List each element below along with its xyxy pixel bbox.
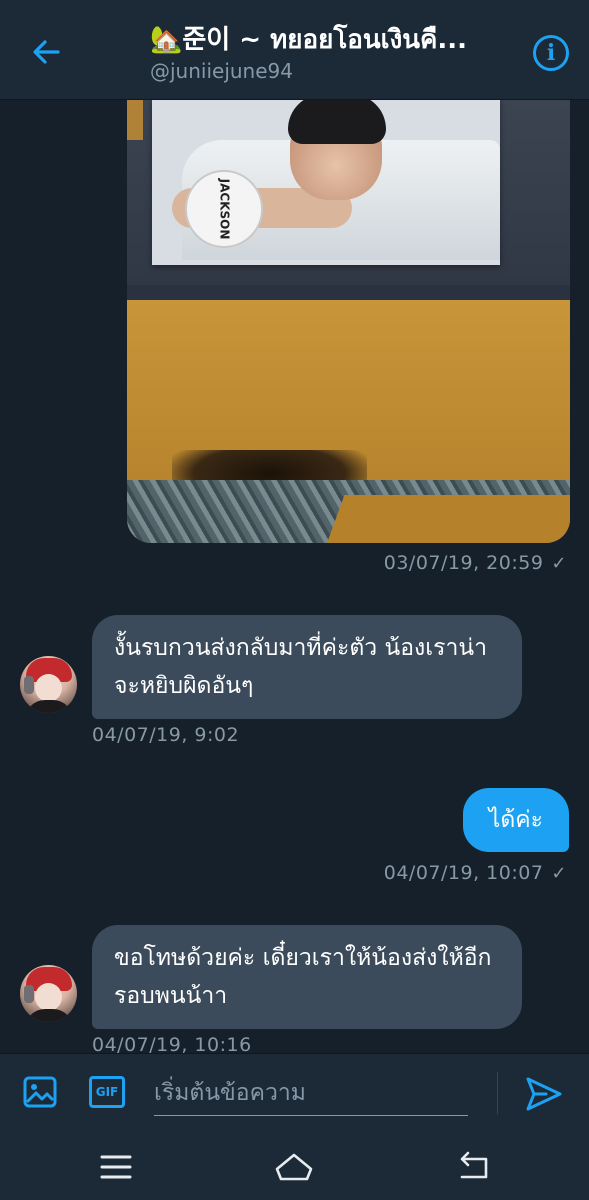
composer-divider [497,1072,498,1114]
back-button[interactable] [24,30,68,74]
home-icon [275,1153,313,1181]
back-icon [460,1151,488,1179]
sent-check-icon: ✓ [551,862,567,884]
photo-hair [288,100,386,144]
timestamp-text: 03/07/19, 20:59 [383,552,544,574]
add-image-button[interactable] [22,1074,58,1110]
image-icon [23,1076,57,1108]
conversation-title: 🏡준이 ~ ทยอยโอนเงินคื... [150,25,468,55]
conversation-header: 🏡준이 ~ ทยอยโอนเงินคื... @juniiejune94 i [0,0,589,100]
avatar[interactable] [20,965,77,1022]
info-button[interactable]: i [533,35,569,71]
incoming-message-bubble[interactable]: งั้นรบกวนส่งกลับมาที่ค่ะตัว น้องเราน่าจะ… [92,615,522,719]
arrow-left-icon [33,40,60,64]
message-input[interactable] [154,1070,468,1116]
conversation-title-block[interactable]: 🏡준이 ~ ทยอยโอนเงินคื... @juniiejune94 [150,22,520,84]
timestamp-text: 04/07/19, 10:07 [383,862,544,884]
system-back-button[interactable] [454,1147,494,1187]
home-button[interactable] [274,1147,314,1187]
photo-badge: JACKSON [185,170,263,248]
message-text: ได้ค่ะ [488,807,543,833]
avatar[interactable] [20,656,77,713]
timestamp-text: 04/07/19, 9:02 [92,724,240,746]
avatar-face [35,674,62,702]
message-composer: GIF [0,1053,589,1131]
sent-check-icon: ✓ [551,552,567,574]
avatar-headphones [24,676,34,694]
send-button[interactable] [524,1074,564,1114]
photo-badge-text: JACKSON [217,178,231,240]
message-timestamp: 04/07/19, 10:07 ✓ [384,862,567,884]
message-timestamp: 04/07/19, 9:02 [92,724,239,746]
avatar-face [35,983,62,1011]
conversation-handle: @juniiejune94 [150,59,293,83]
incoming-message-bubble[interactable]: ขอโทษด้วยค่ะ เดี๋ยวเราให้น้องส่งให้อีกรอ… [92,925,522,1029]
recent-apps-button[interactable] [96,1147,136,1187]
gif-button[interactable]: GIF [89,1076,125,1108]
photo-envelope-corner [327,495,570,543]
send-icon [526,1077,562,1111]
system-navigation-bar [0,1131,589,1200]
outgoing-message-bubble[interactable]: ได้ค่ะ [462,788,569,852]
photo-envelope-edge [127,100,143,140]
message-text: ขอโทษด้วยค่ะ เดี๋ยวเราให้น้องส่งให้อีกรอ… [114,945,492,1009]
message-text: งั้นรบกวนส่งกลับมาที่ค่ะตัว น้องเราน่าจะ… [114,635,488,699]
message-timestamp: 03/07/19, 20:59 ✓ [384,552,567,574]
menu-icon [100,1155,132,1179]
avatar-body [25,1009,73,1022]
image-message[interactable]: JACKSON [127,100,570,543]
info-icon: i [546,40,556,66]
gif-label: GIF [95,1085,119,1099]
avatar-headphones [24,985,34,1003]
avatar-body [25,700,73,713]
